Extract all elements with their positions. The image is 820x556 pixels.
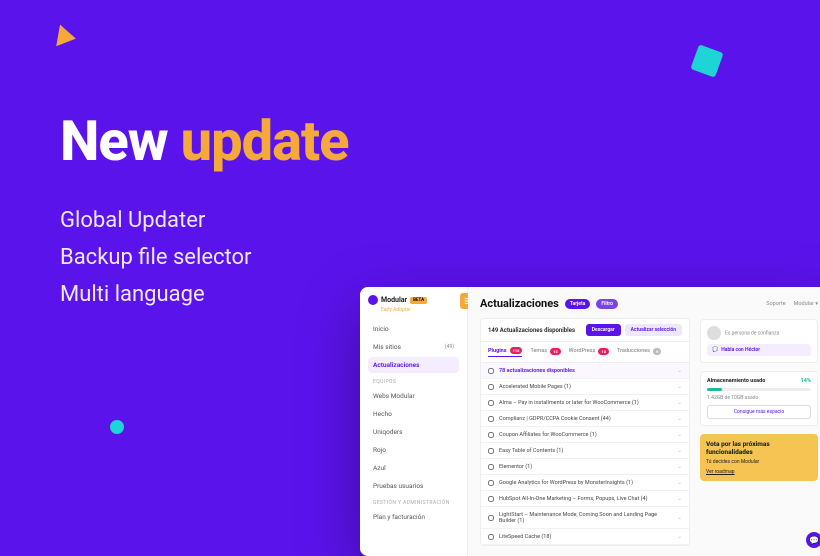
chevron-down-icon: ⌄ (677, 515, 682, 521)
tab-plugins[interactable]: Plugins118 (488, 347, 522, 357)
table-header: 149 Actualizaciones disponibles Descarga… (481, 319, 689, 342)
table-row[interactable]: LiteSpeed Cache (18)⌄ (481, 529, 689, 545)
sidebar-item-sites[interactable]: Mis sitios(49) (368, 339, 459, 355)
brand-badge: BETA (410, 297, 427, 304)
chevron-down-icon: ⌄ (677, 448, 682, 454)
table-row[interactable]: Accelerated Mobile Pages (1)⌄ (481, 379, 689, 395)
chat-bubble-icon: 💬 (809, 536, 819, 545)
select-all-row[interactable]: 78 actualizaciones disponibles ⌄ (481, 363, 689, 379)
brand[interactable]: Modular BETA (368, 295, 459, 305)
table-row[interactable]: Complianz | GDPR/CCPA Cookie Consent (44… (481, 411, 689, 427)
page-title: Actualizaciones (480, 297, 559, 310)
row-checkbox[interactable] (488, 432, 494, 438)
sidebar-team[interactable]: Hecho (368, 406, 459, 422)
app-screenshot: Modular BETA Early Adopter Inicio Mis si… (360, 287, 820, 556)
help-fab[interactable]: 💬 (806, 532, 820, 548)
table-row[interactable]: Google Analytics for WordPress by Monste… (481, 475, 689, 491)
table-row[interactable]: Coupon Affiliates for WooCommerce (1)⌄ (481, 427, 689, 443)
row-checkbox[interactable] (488, 384, 494, 390)
brand-subtitle: Early Adopter (381, 307, 459, 313)
support-link[interactable]: Soporte (766, 301, 785, 307)
row-checkbox[interactable] (488, 464, 494, 470)
top-right-nav: Soporte Modular ▾ (766, 301, 818, 307)
view-toggle-card[interactable]: Tarjeta (565, 299, 591, 309)
feature-item: Global Updater (60, 208, 349, 233)
vote-widget: Vota por las próximas funcionalidades Tú… (700, 434, 818, 481)
storage-widget: Almacenamiento usado14% 1.42GB de 10GB u… (700, 371, 818, 426)
account-menu[interactable]: Modular ▾ (794, 301, 818, 307)
main-panel: Actualizaciones Tarjeta Filtro Soporte M… (468, 287, 820, 556)
feature-item: Multi language (60, 282, 349, 307)
sidebar-team[interactable]: Azul (368, 460, 459, 476)
chevron-down-icon: ⌄ (677, 368, 682, 374)
table-tabs: Plugins118 Temas15 WordPress10 Traduccio… (481, 342, 689, 363)
decor-dot (110, 420, 124, 434)
table-row[interactable]: LightStart – Maintenance Mode, Coming So… (481, 507, 689, 529)
decor-triangle (56, 25, 78, 50)
row-checkbox[interactable] (488, 496, 494, 502)
row-checkbox[interactable] (488, 448, 494, 454)
sidebar-item-home[interactable]: Inicio (368, 321, 459, 337)
table-row[interactable]: HubSpot All-In-One Marketing – Forms, Po… (481, 491, 689, 507)
brand-name: Modular (381, 296, 407, 304)
row-checkbox[interactable] (488, 515, 494, 521)
select-all-checkbox[interactable] (488, 368, 494, 374)
storage-bar (707, 388, 811, 391)
sidebar-team[interactable]: Webs Modular (368, 388, 459, 404)
tab-translations[interactable]: Traducciones6 (617, 348, 661, 357)
chevron-down-icon: ⌄ (677, 416, 682, 422)
feature-item: Backup file selector (60, 245, 349, 270)
hero-word-2: update (181, 108, 349, 174)
brand-icon (368, 295, 378, 305)
chevron-down-icon: ⌄ (677, 496, 682, 502)
avatar (707, 326, 721, 340)
sidebar-section-admin: GESTIÓN Y ADMINISTRACIÓN (373, 500, 459, 506)
sidebar-team[interactable]: Uniqoders (368, 424, 459, 440)
row-checkbox[interactable] (488, 416, 494, 422)
sidebar: Modular BETA Early Adopter Inicio Mis si… (360, 287, 468, 556)
chevron-down-icon: ⌄ (677, 480, 682, 486)
update-selection-button[interactable]: Actualizar selección (625, 324, 682, 336)
sidebar-team[interactable]: Rojo (368, 442, 459, 458)
chat-button[interactable]: 💬 Habla con Héctor (707, 344, 811, 356)
chat-icon: 💬 (712, 347, 718, 353)
roadmap-link[interactable]: Ver roadmap (706, 469, 735, 475)
hero: New update Global Updater Backup file se… (60, 108, 349, 319)
table-row[interactable]: Elementor (1)⌄ (481, 459, 689, 475)
table-row[interactable]: Easy Table of Contents (1)⌄ (481, 443, 689, 459)
sidebar-item-updates[interactable]: Actualizaciones (368, 357, 459, 373)
sidebar-item-billing[interactable]: Plan y facturación (368, 509, 459, 525)
chevron-down-icon: ⌄ (677, 400, 682, 406)
chevron-down-icon: ⌄ (677, 464, 682, 470)
get-more-space-button[interactable]: Consigue más espacio (707, 405, 811, 419)
updates-table: 149 Actualizaciones disponibles Descarga… (480, 318, 690, 546)
table-row[interactable]: Alma – Pay in installments or later for … (481, 395, 689, 411)
tab-wordpress[interactable]: WordPress10 (569, 348, 609, 357)
widgets-column: Es persona de confianza 💬 Habla con Héct… (700, 319, 818, 481)
hero-word-1: New (60, 108, 168, 174)
view-toggle-filter[interactable]: Filtro (596, 299, 618, 309)
feature-list: Global Updater Backup file selector Mult… (60, 208, 349, 307)
row-checkbox[interactable] (488, 480, 494, 486)
row-checkbox[interactable] (488, 400, 494, 406)
row-checkbox[interactable] (488, 534, 494, 540)
sidebar-section-teams: EQUIPOS (373, 379, 459, 385)
chevron-down-icon: ⌄ (677, 534, 682, 540)
decor-diamond (690, 44, 723, 77)
updates-count: 149 Actualizaciones disponibles (488, 327, 575, 334)
sidebar-team[interactable]: Pruebas usuarios (368, 478, 459, 494)
hero-title: New update (60, 108, 349, 174)
storage-percent: 14% (801, 378, 811, 384)
chevron-down-icon: ⌄ (677, 432, 682, 438)
tab-themes[interactable]: Temas15 (530, 348, 560, 357)
download-button[interactable]: Descargar (586, 324, 621, 336)
chevron-down-icon: ⌄ (677, 384, 682, 390)
main-header: Actualizaciones Tarjeta Filtro Soporte M… (480, 297, 818, 310)
support-widget: Es persona de confianza 💬 Habla con Héct… (700, 319, 818, 363)
